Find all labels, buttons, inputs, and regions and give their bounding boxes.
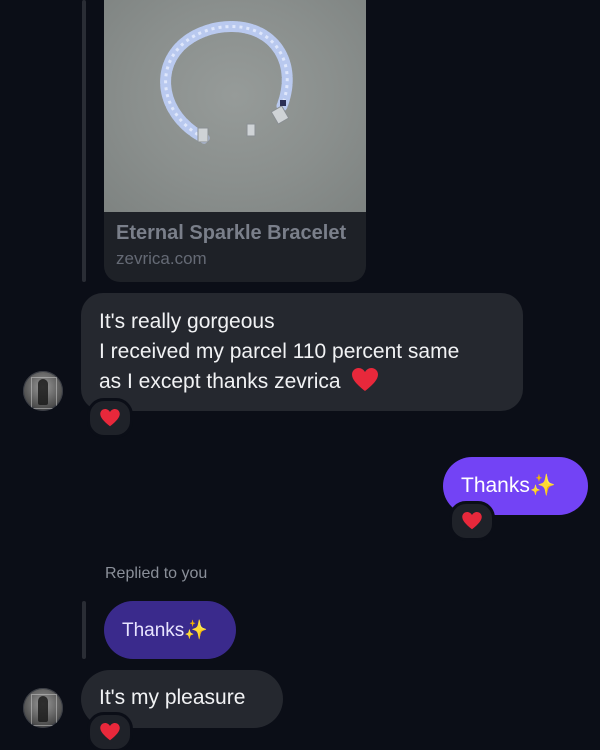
heart-icon [462,512,482,530]
product-image[interactable] [104,0,366,212]
heart-reaction[interactable] [87,712,133,750]
heart-reaction[interactable] [87,398,133,438]
quoted-message-bubble[interactable]: Thanks✨ [104,601,236,659]
incoming-message-bubble[interactable]: It's really gorgeous I received my parce… [81,293,523,411]
sparkles-icon: ✨ [529,473,557,497]
heart-emoji [352,368,379,400]
message-line: I received my parcel 110 percent same [99,340,460,363]
link-title: Eternal Sparkle Bracelet [116,222,347,244]
sender-avatar[interactable] [23,688,63,728]
bracelet-image [160,21,293,144]
sender-avatar[interactable] [23,371,63,411]
message-text: It's my pleasure [99,686,246,709]
heart-icon [100,409,120,427]
chat-thread: Eternal Sparkle Bracelet zevrica.com It'… [0,0,600,750]
heart-reaction[interactable] [449,501,495,541]
sparkles-icon: ✨ [184,619,208,641]
replied-to-you-label: Replied to you [105,565,208,582]
reply-indicator-line [82,0,86,282]
message-line: as I except thanks zevrica [99,367,523,400]
message-text: Thanks [461,474,530,497]
quoted-text: Thanks [122,620,185,641]
reply-indicator-line [82,601,86,659]
message-line: It's really gorgeous [99,310,275,333]
link-preview-card[interactable]: Eternal Sparkle Bracelet zevrica.com [104,0,366,282]
link-domain: zevrica.com [116,249,207,268]
message-line-text: as I except thanks zevrica [99,370,341,393]
heart-icon [100,723,120,741]
